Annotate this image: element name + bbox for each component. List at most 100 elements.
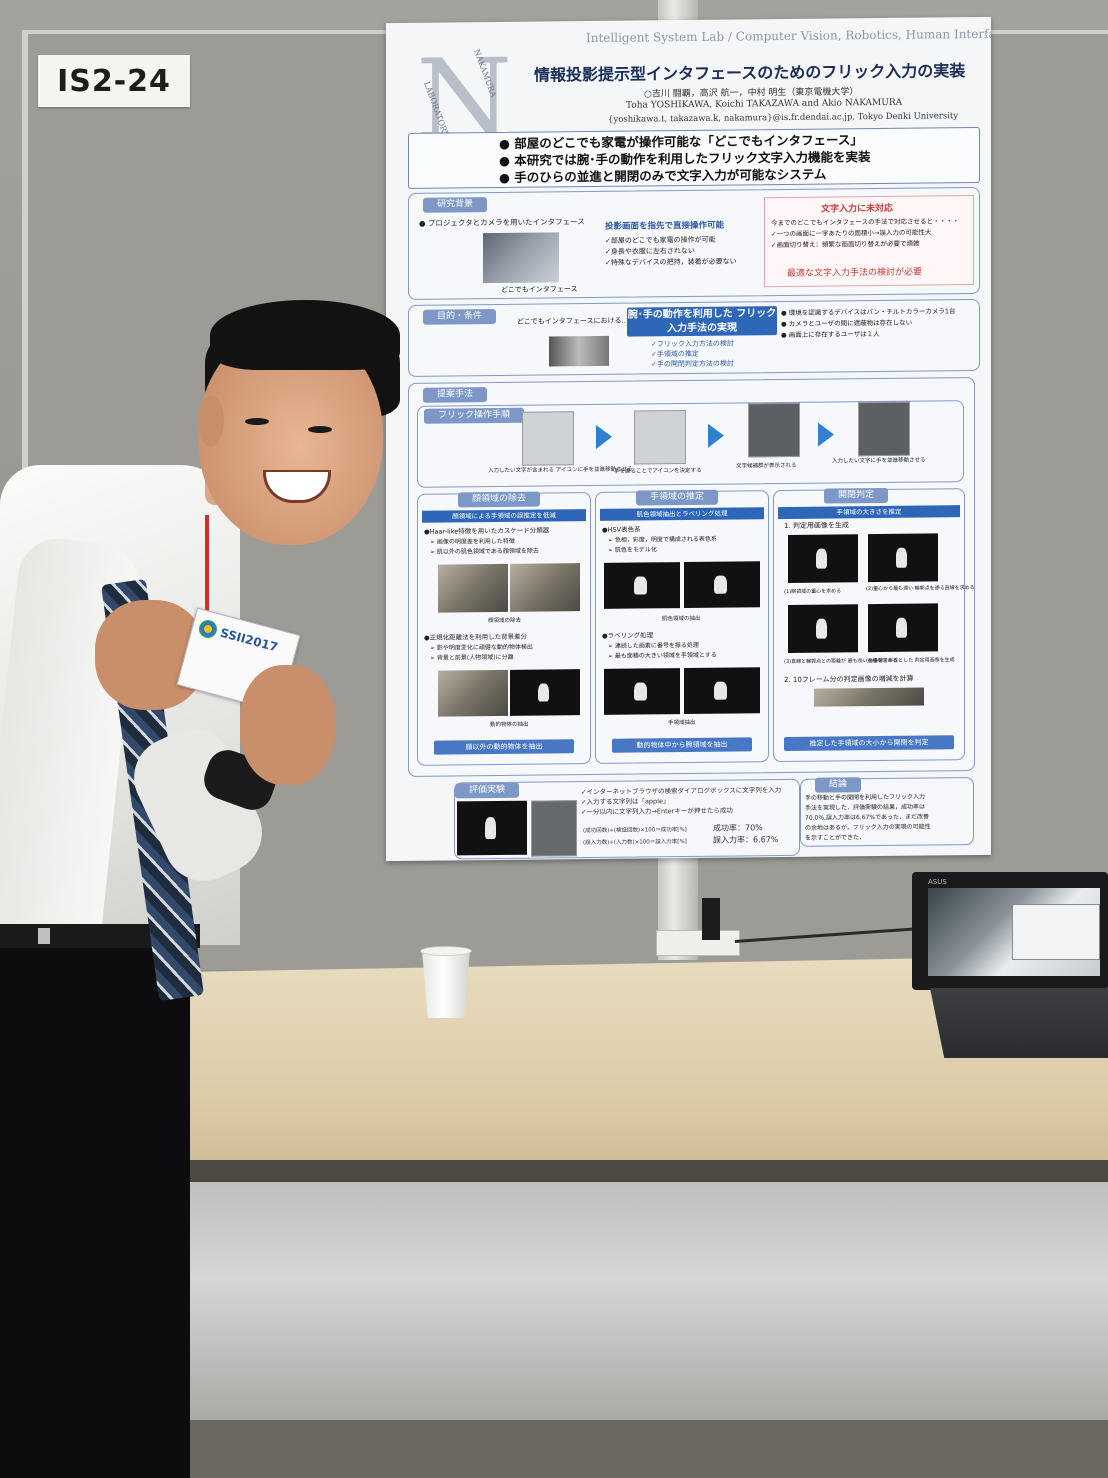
dynamic-object-photo (438, 669, 508, 717)
column-foot: 動的物体中から腕領域を抽出 (612, 737, 752, 753)
purpose-goal: 腕･手の動作を利用した フリック入力手法の実現 (627, 306, 777, 337)
column-item: ●ラベリング処理 (602, 631, 654, 640)
authors-en: Toha YOSHIKAWA, Koichi TAKAZAWA and Akio… (626, 97, 903, 111)
interface-photo (483, 232, 559, 284)
column-foot: 推定した手領域の大小から開閉を判定 (784, 735, 954, 751)
column-item: ●HSV表色系 (602, 525, 641, 534)
column-sub: ➢ 背景と前景(人物領域)に分離 (430, 653, 514, 662)
judge-image (868, 533, 938, 583)
purpose-condition: ● 環境を認識するデバイスはパン・チルトカラーカメラ1台 (781, 307, 956, 318)
issue-box: 文字入力に未対応 今までのどこでもインタフェースの手法で対応させると・・・・ ✓… (764, 195, 974, 288)
hand-region-image (604, 668, 680, 715)
purpose-check: ✓手領域の推定 (651, 349, 699, 359)
purpose-check: ✓フリック入力方法の検討 (651, 339, 734, 349)
column-sub: ➢ 肌色をモデル化 (608, 546, 657, 554)
presenter-hair (210, 300, 400, 370)
dynamic-object-mask (510, 669, 580, 716)
badge-event: SSII2017 (218, 625, 280, 655)
background-point: ✓身長や衣服に左右されない (605, 246, 695, 256)
column-step: 2. 10フレーム分の判定画像の増減を計算 (784, 674, 914, 684)
column-sub: ➢ 影や明度変化に頑健な動的物体検出 (430, 643, 533, 652)
flow-step: 入力したい文字が含まれる アイコンに手を並進移動させる (488, 466, 633, 475)
eval-image (457, 800, 527, 856)
column-tab: 手領域の推定 (636, 489, 719, 506)
section-method: 提案手法 フリック操作手順 入力したい文字が含まれる アイコンに手を並進移動させ… (408, 376, 975, 777)
error-rate: 誤入力率：6.67% (713, 835, 779, 845)
flow-step: 入力したい文字に手を並進移動させる (832, 457, 926, 465)
skin-region-image (604, 562, 680, 609)
judge-image (868, 603, 938, 653)
column-sub: ➢ 色相，彩度，明度で構成される表色系 (608, 535, 717, 544)
arrow-icon (818, 422, 834, 447)
success-rate: 成功率：70% (713, 823, 763, 833)
presenter-eye (308, 426, 332, 433)
column-sub: ➢ 肌以外の肌色領域である顔領域を除去 (430, 547, 539, 556)
presenter-pants (0, 930, 190, 1478)
scene: IS2-24 N NAKAMURA LABORATORY Intelligent… (0, 0, 1108, 1478)
flow-panel (522, 411, 574, 466)
eval-formula: (成功回数)÷(検証回数)×100＝成功率[%] (583, 827, 687, 835)
presenter-eye (245, 418, 269, 425)
hand-region-image (684, 667, 760, 715)
judge-caption: (2)重心から最も遠い 輪郭点を通る直線を求める (866, 585, 975, 593)
eval-formula: (誤入力数)÷(入力数)×100＝誤入力率[%] (583, 839, 687, 847)
power-adapter (702, 898, 720, 940)
summary-line: ● 手のひらの並進と開閉のみで文字入力が可能なシステム (499, 166, 827, 185)
judge-image (788, 534, 858, 583)
column-head: 肌色領域抽出とラベリング処理 (600, 507, 764, 521)
lanyard (205, 515, 209, 615)
arrow-icon (708, 423, 724, 448)
section-purpose: 目的・条件 どこでもインタフェースにおける… 腕･手の動作を利用した フリック入… (408, 298, 980, 377)
face-removal-photo (438, 563, 508, 613)
column-step: 1. 判定用画像を生成 (784, 521, 849, 530)
section-conclusion: 結論 手の移動と手の開閉を利用したフリック入力 手法を実現した．評価実験の結果，… (800, 777, 974, 847)
poster: N NAKAMURA LABORATORY Intelligent System… (386, 16, 991, 862)
authors-ja: ○吉川 闘覇，高沢 航一，中村 明生（東京電機大学） (644, 87, 859, 100)
purpose-check: ✓手の開閉判定方法の検討 (651, 359, 734, 369)
column-hand: 手領域の推定 肌色領域抽出とラベリング処理 ●HSV表色系 ➢ 色相，彩度，明度… (595, 489, 769, 764)
section-tab: 結論 (815, 777, 862, 793)
laptop-app-window (1012, 904, 1100, 960)
column-tab: 顔領域の除去 (458, 491, 541, 508)
frame-strip (814, 687, 924, 707)
issue-line: 今までのどこでもインタフェースの手法で対応させると・・・・ (771, 217, 959, 228)
image-caption: 肌色領域の抽出 (662, 615, 701, 623)
issue-line: ✓画面切り替え：頻繁な画面切り替えが必要で煩雑 (771, 239, 920, 250)
flow-panel (748, 402, 800, 458)
purpose-lead: どこでもインタフェースにおける… (517, 316, 629, 326)
image-caption: 手領域抽出 (668, 719, 696, 727)
conclusion-line: の余地はあるが，フリック入力の実現の可能性 (805, 823, 931, 832)
column-item: ●Haar-like特徴を用いたカスケード分類器 (424, 526, 550, 536)
laptop-keyboard (930, 988, 1108, 1058)
ssii-logo-icon (196, 618, 219, 641)
judge-image (788, 604, 858, 653)
belt-buckle (38, 928, 50, 944)
issue-bottom: 最適な文字入力手法の検討が必要 (787, 267, 923, 279)
eval-point: ✓インターネットブラウザの検索ダイアログボックスに文字列を入力 (581, 786, 782, 797)
flow-box: フリック操作手順 入力したい文字が含まれる アイコンに手を並進移動させる 手を握… (417, 400, 964, 488)
setup-photo (549, 335, 609, 367)
judge-caption: (4)垂線を半径とした 判定用画像を生成 (866, 657, 955, 665)
column-tab: 開閉判定 (824, 487, 889, 504)
issue-line: ✓一つの画面に一字あたりの面積小→誤入力の可能性大 (771, 228, 932, 239)
column-openclose: 開閉判定 手領域の大きさを推定 1. 判定用画像を生成 (1)腕領域の重心を求め… (773, 487, 975, 763)
presenter-ear (198, 395, 224, 447)
purpose-condition: ● 画面上に存在するユーザは１人 (781, 329, 880, 340)
issue-title: 文字入力に未対応 (821, 203, 894, 215)
image-caption: 顔領域の除去 (488, 617, 522, 625)
author-email: {yoshikawa.t, takazawa.k, nakamura}@is.f… (608, 111, 959, 125)
section-evaluation: 評価実験 ✓インターネットブラウザの検索ダイアログボックスに文字列を入力 ✓入力… (454, 778, 800, 860)
face-removal-photo (510, 563, 580, 612)
image-caption: 動的物体の抽出 (490, 721, 529, 729)
background-head: 投影画面を指先で直接操作可能 (605, 220, 725, 232)
purpose-condition: ● カメラとユーザの間に遮蔽物は存在しない (781, 318, 913, 329)
column-head: 手領域の大きさを推定 (778, 505, 960, 520)
flow-step: 手を握ることでアイコンを決定する (614, 467, 702, 475)
background-point: ✓特殊なデバイスの把持，装着が必要ない (605, 257, 737, 267)
eval-keyboard-image (531, 800, 577, 857)
summary-box: ● 部屋のどこでも家電が操作可能な「どこでもインタフェース」 ● 本研究では腕･… (408, 126, 980, 189)
conclusion-line: を示すことができた． (805, 834, 866, 842)
laptop-brand: ASUS (928, 878, 947, 886)
column-sub: ➢ 最も面積の大きい領域を手領域とする (608, 651, 717, 660)
lab-name: Intelligent System Lab / Computer Vision… (586, 26, 991, 46)
